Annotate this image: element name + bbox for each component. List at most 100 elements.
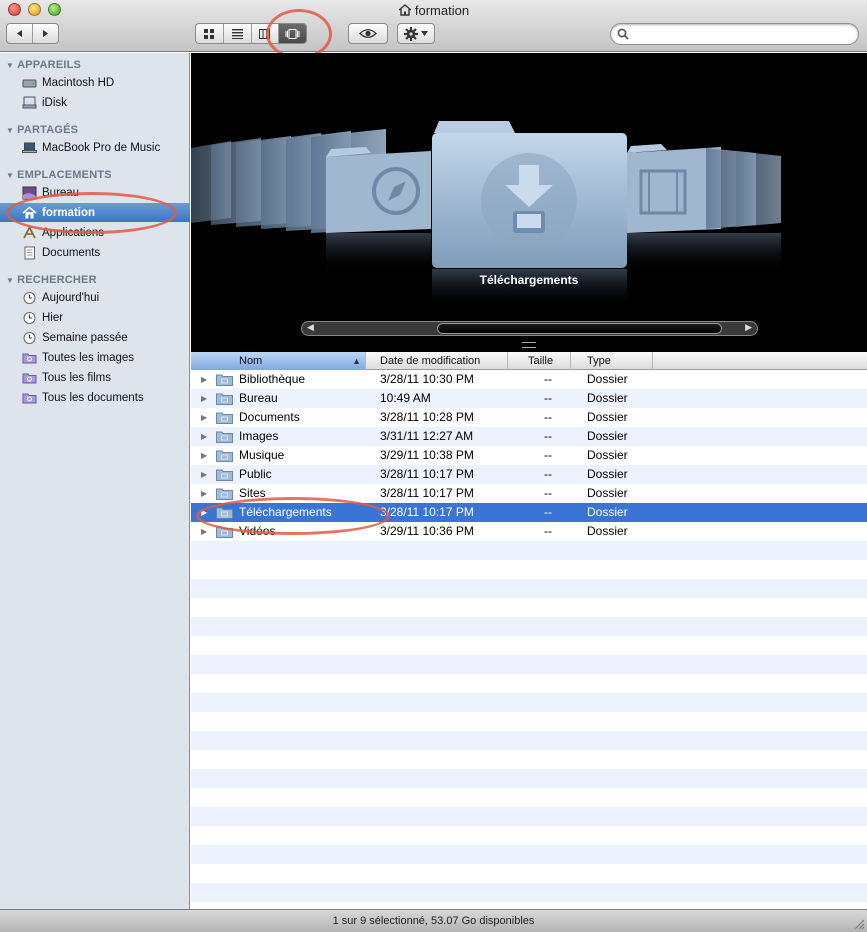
coverflow-scrollbar[interactable]: ◀ ▶ bbox=[301, 321, 758, 336]
cell-date: 3/29/11 10:36 PM bbox=[380, 524, 474, 538]
eye-icon bbox=[359, 29, 377, 38]
search-field[interactable] bbox=[610, 23, 859, 45]
sidebar-item-applications[interactable]: Applications bbox=[0, 223, 190, 242]
table-row[interactable]: ▶ Public 3/28/11 10:17 PM -- Dossier bbox=[191, 465, 867, 484]
search-input[interactable] bbox=[633, 26, 853, 42]
folder-thumbnail-telechargements[interactable] bbox=[432, 121, 627, 268]
empty-row bbox=[191, 712, 867, 731]
back-forward-control bbox=[6, 23, 59, 44]
table-row[interactable]: ▶ Vidéos 3/29/11 10:36 PM -- Dossier bbox=[191, 522, 867, 541]
disclosure-triangle-icon[interactable]: ▶ bbox=[201, 427, 207, 446]
cell-type: Dossier bbox=[587, 391, 628, 405]
folder-icon bbox=[216, 374, 233, 386]
cell-size: -- bbox=[544, 467, 552, 481]
cell-name: Téléchargements bbox=[239, 505, 332, 519]
scroll-left-icon[interactable]: ◀ bbox=[307, 322, 314, 333]
cell-size: -- bbox=[544, 429, 552, 443]
action-menu-button[interactable] bbox=[397, 23, 435, 44]
sidebar-item-formation[interactable]: formation bbox=[0, 203, 190, 222]
column-view-button[interactable] bbox=[252, 24, 280, 43]
column-header-size[interactable]: Taille bbox=[508, 352, 571, 370]
cell-type: Dossier bbox=[587, 410, 628, 424]
empty-row bbox=[191, 674, 867, 693]
disclosure-triangle-icon[interactable]: ▶ bbox=[201, 370, 207, 389]
disclosure-triangle-icon[interactable]: ▶ bbox=[201, 503, 207, 522]
disclosure-triangle-icon[interactable]: ▶ bbox=[201, 389, 207, 408]
idisk-icon bbox=[22, 96, 37, 108]
sidebar-item-bureau[interactable]: Bureau bbox=[0, 183, 190, 202]
cell-date: 3/28/11 10:17 PM bbox=[380, 505, 474, 519]
empty-row bbox=[191, 826, 867, 845]
list-header: Nom ▲ Date de modification Taille Type bbox=[191, 352, 867, 370]
sidebar-section-shared[interactable]: ▼ PARTAGÉS bbox=[6, 124, 78, 136]
sidebar-item-macintosh-hd[interactable]: Macintosh HD bbox=[0, 73, 190, 92]
folder-icon bbox=[216, 412, 233, 424]
sidebar-item-idisk[interactable]: iDisk bbox=[0, 93, 190, 112]
cell-type: Dossier bbox=[587, 467, 628, 481]
column-header-type[interactable]: Type bbox=[571, 352, 653, 370]
laptop-icon bbox=[22, 142, 37, 153]
smart-folder-icon bbox=[22, 373, 37, 383]
sidebar-item-today[interactable]: Aujourd'hui bbox=[0, 288, 190, 307]
quick-look-button[interactable] bbox=[348, 23, 388, 44]
window-title-text: formation bbox=[414, 3, 470, 18]
disclosure-triangle-icon[interactable]: ▶ bbox=[201, 465, 207, 484]
table-row[interactable]: ▶ Bibliothèque 3/28/11 10:30 PM -- Dossier bbox=[191, 370, 867, 389]
forward-button[interactable] bbox=[33, 24, 58, 43]
table-row[interactable]: ▶ Musique 3/29/11 10:38 PM -- Dossier bbox=[191, 446, 867, 465]
empty-row bbox=[191, 560, 867, 579]
window-title: formation bbox=[0, 3, 867, 18]
sidebar-section-search[interactable]: ▼ RECHERCHER bbox=[6, 274, 97, 286]
sidebar-section-places[interactable]: ▼ EMPLACEMENTS bbox=[6, 169, 112, 181]
sidebar-item-macbook-pro[interactable]: MacBook Pro de Music bbox=[0, 138, 190, 157]
table-row[interactable]: ▶ Sites 3/28/11 10:17 PM -- Dossier bbox=[191, 484, 867, 503]
cell-date: 10:49 AM bbox=[380, 391, 431, 405]
folder-thumbnail-right-stack[interactable] bbox=[627, 144, 781, 233]
clock-icon bbox=[23, 291, 36, 304]
home-icon bbox=[398, 4, 412, 16]
cell-name: Documents bbox=[239, 410, 300, 424]
sidebar-item-documents[interactable]: Documents bbox=[0, 243, 190, 262]
folder-thumbnail-left-stack[interactable] bbox=[191, 129, 431, 233]
scroll-right-icon[interactable]: ▶ bbox=[745, 322, 752, 333]
folder-icon bbox=[216, 526, 233, 538]
clock-icon bbox=[23, 311, 36, 324]
cell-size: -- bbox=[544, 391, 552, 405]
cell-date: 3/28/11 10:30 PM bbox=[380, 372, 474, 386]
sidebar-item-all-documents[interactable]: Tous les documents bbox=[0, 388, 190, 407]
icon-view-button[interactable] bbox=[196, 24, 224, 43]
coverflow-scroll-thumb[interactable] bbox=[437, 323, 722, 334]
table-row[interactable]: ▶ Téléchargements 3/28/11 10:17 PM -- Dossie… bbox=[191, 503, 867, 522]
disclosure-triangle-icon[interactable]: ▶ bbox=[201, 446, 207, 465]
sidebar-item-all-movies[interactable]: Tous les films bbox=[0, 368, 190, 387]
cell-type: Dossier bbox=[587, 448, 628, 462]
sidebar-item-last-week[interactable]: Semaine passée bbox=[0, 328, 190, 347]
list-view-button[interactable] bbox=[224, 24, 252, 43]
folder-icon bbox=[216, 469, 233, 481]
back-button[interactable] bbox=[7, 24, 33, 43]
table-row[interactable]: ▶ Documents 3/28/11 10:28 PM -- Dossier bbox=[191, 408, 867, 427]
cell-date: 3/31/11 12:27 AM bbox=[380, 429, 474, 443]
empty-row bbox=[191, 807, 867, 826]
table-row[interactable]: ▶ Bureau 10:49 AM -- Dossier bbox=[191, 389, 867, 408]
column-header-name[interactable]: Nom ▲ bbox=[191, 352, 366, 370]
empty-row bbox=[191, 541, 867, 560]
split-resize-handle[interactable] bbox=[522, 342, 536, 348]
coverflow-view: Téléchargements ◀ ▶ bbox=[191, 53, 867, 352]
column-view-icon bbox=[259, 28, 271, 39]
disclosure-triangle-icon[interactable]: ▶ bbox=[201, 484, 207, 503]
sidebar-item-all-images[interactable]: Toutes les images bbox=[0, 348, 190, 367]
disclosure-triangle-icon[interactable]: ▶ bbox=[201, 522, 207, 541]
empty-row bbox=[191, 579, 867, 598]
column-header-date[interactable]: Date de modification bbox=[366, 352, 508, 370]
sidebar-item-yesterday[interactable]: Hier bbox=[0, 308, 190, 327]
coverflow-view-button[interactable] bbox=[279, 24, 306, 43]
table-row[interactable]: ▶ Images 3/31/11 12:27 AM -- Dossier bbox=[191, 427, 867, 446]
cell-name: Bureau bbox=[239, 391, 278, 405]
disclosure-triangle-icon[interactable]: ▶ bbox=[201, 408, 207, 427]
resize-grip-icon[interactable] bbox=[853, 918, 865, 930]
search-icon bbox=[617, 28, 629, 40]
sidebar-section-devices[interactable]: ▼ APPAREILS bbox=[6, 59, 81, 71]
cell-size: -- bbox=[544, 410, 552, 424]
empty-row bbox=[191, 845, 867, 864]
